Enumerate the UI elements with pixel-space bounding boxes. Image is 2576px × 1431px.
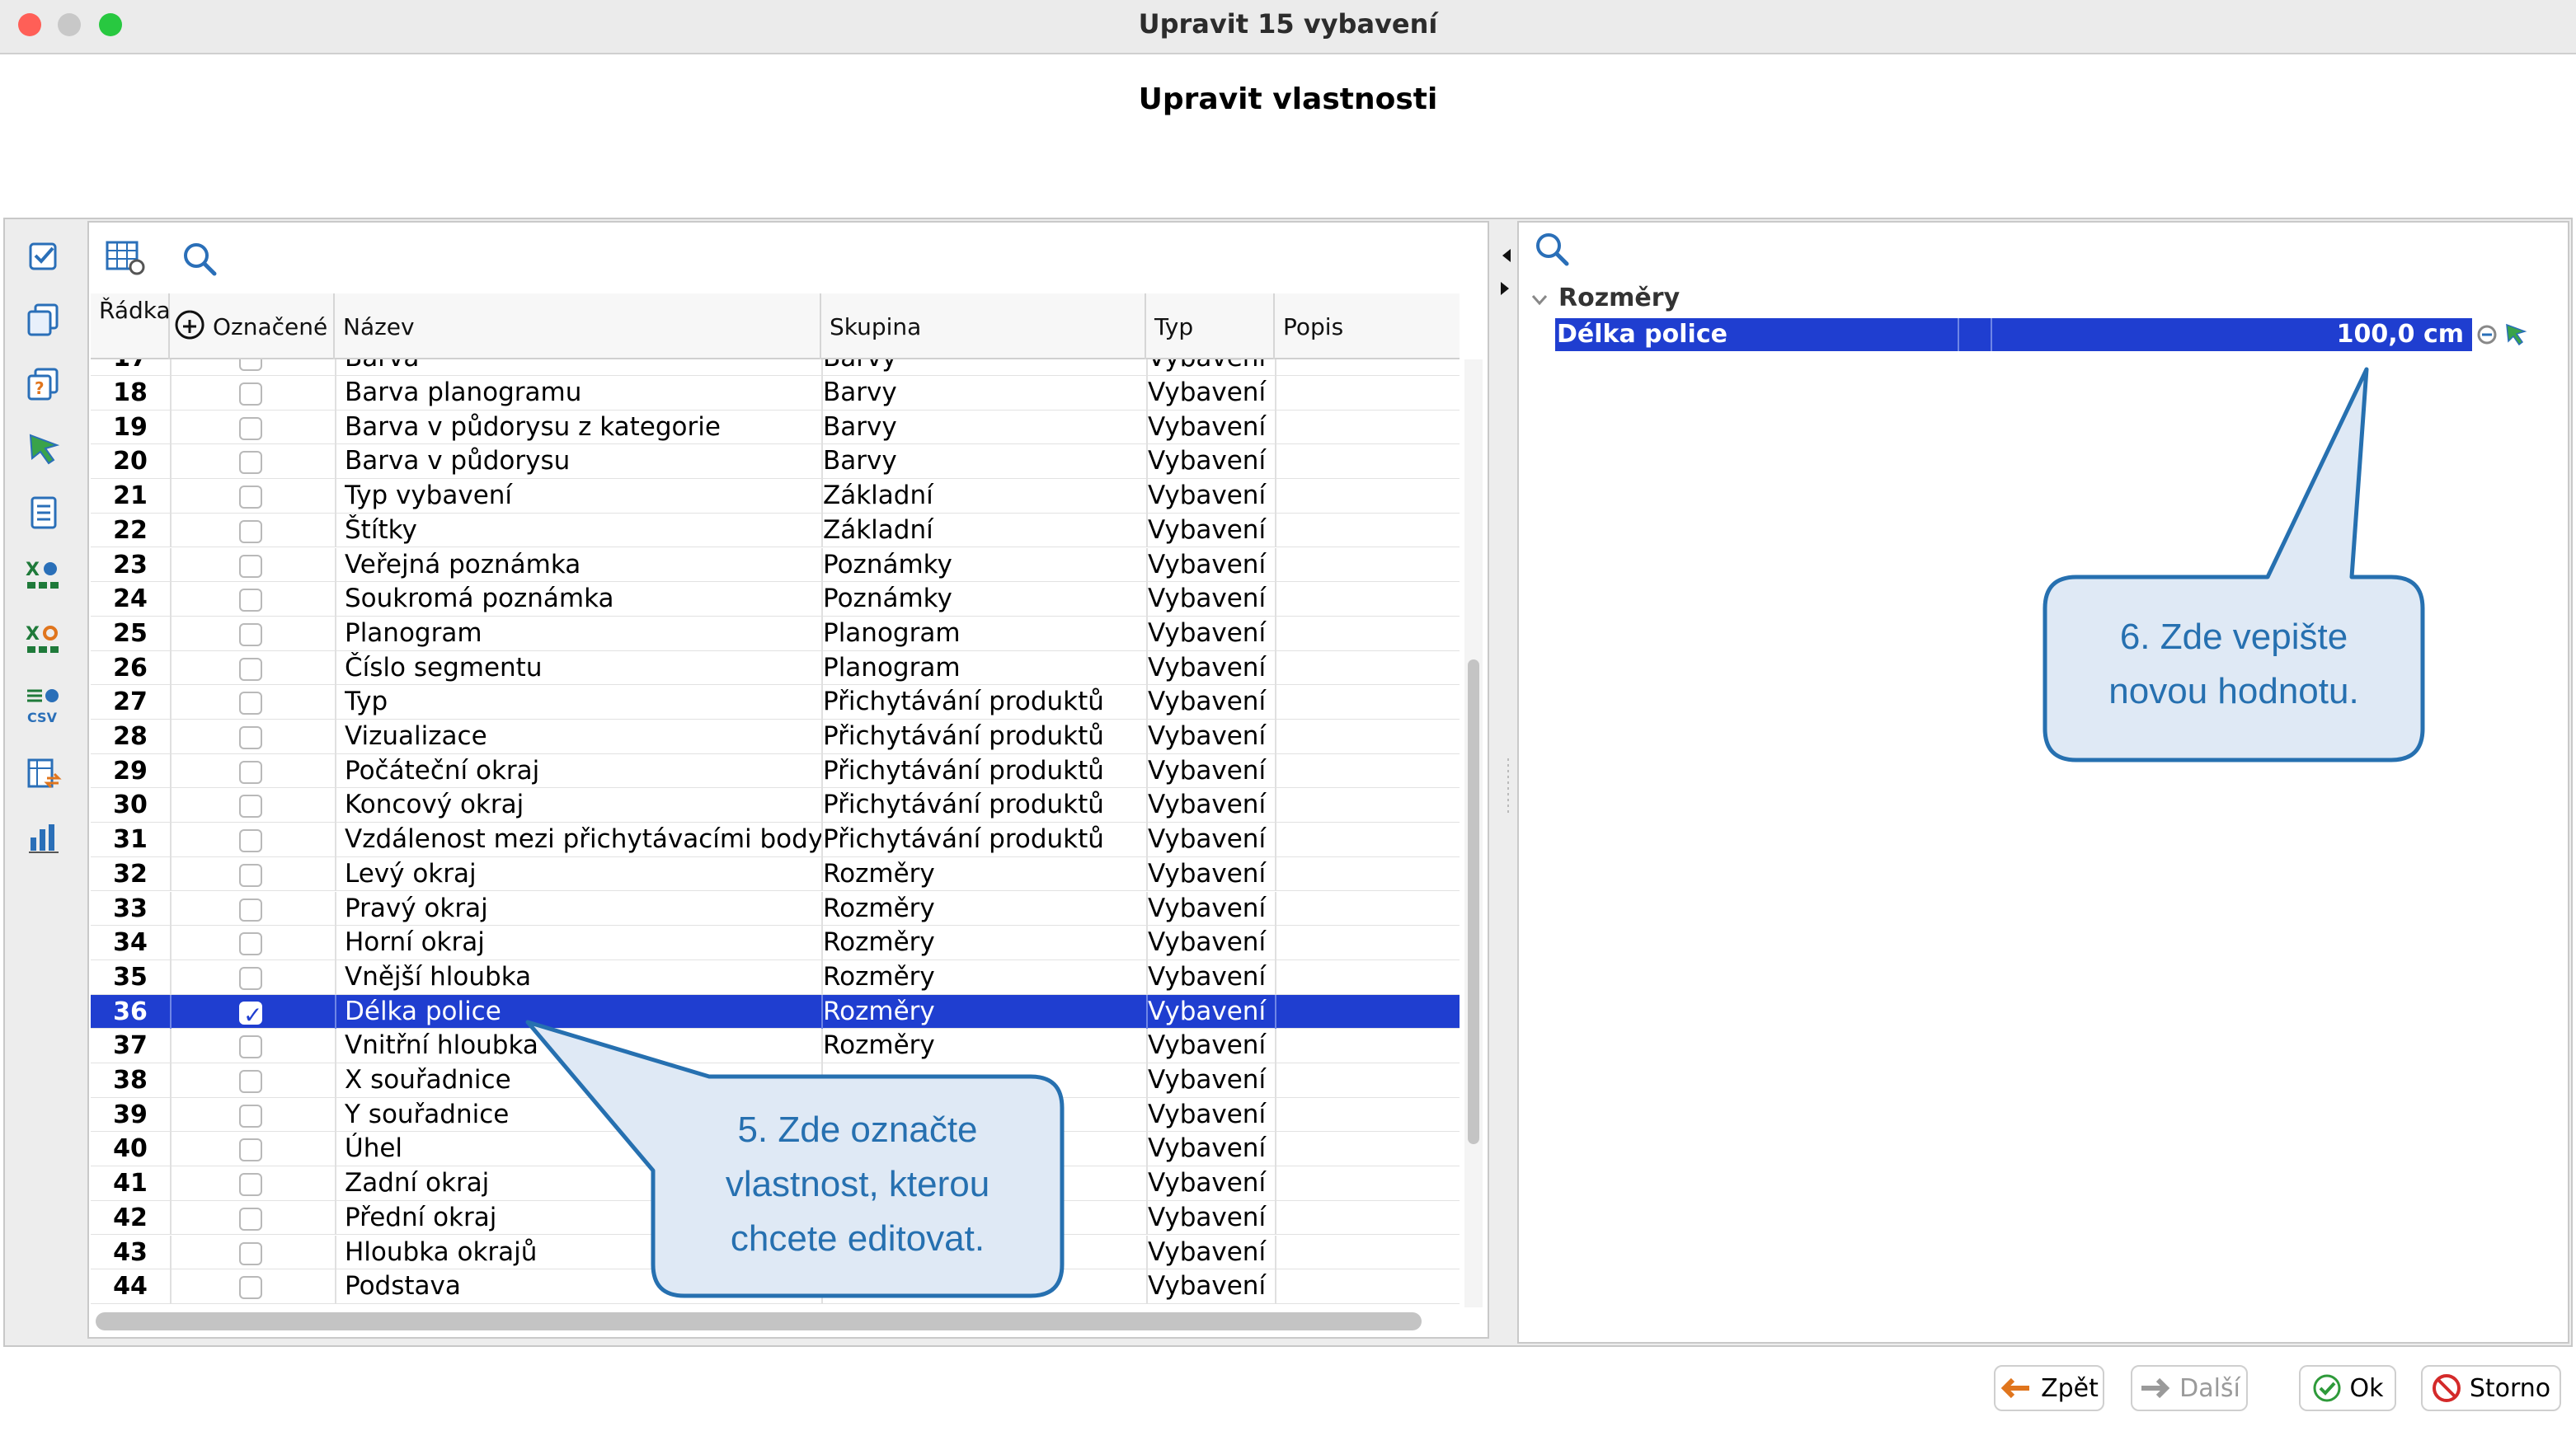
callout-left-line3: chcete editovat.: [730, 1218, 985, 1259]
callout-right: 6. Zde vepište novou hodnotu.: [2050, 610, 2418, 719]
ok-button[interactable]: Ok: [2299, 1365, 2396, 1411]
back-button-label: Zpět: [2041, 1373, 2099, 1403]
back-button[interactable]: Zpět: [1994, 1365, 2104, 1411]
cancel-button[interactable]: Storno: [2421, 1365, 2561, 1411]
next-button[interactable]: Další: [2131, 1365, 2248, 1411]
ok-button-label: Ok: [2349, 1373, 2384, 1403]
callout-left-line2: vlastnost, kterou: [725, 1164, 990, 1204]
callout-right-line1: 6. Zde vepište: [2119, 617, 2348, 657]
cancel-icon: [2432, 1374, 2461, 1402]
arrow-left-icon: [2000, 1377, 2030, 1399]
callout-left: 5. Zde označte vlastnost, kterou chcete …: [660, 1103, 1055, 1266]
cancel-button-label: Storno: [2469, 1373, 2551, 1403]
arrow-right-icon: [2141, 1377, 2170, 1399]
callout-left-line1: 5. Zde označte: [737, 1110, 978, 1150]
callout-right-line2: novou hodnotu.: [2108, 671, 2359, 711]
check-circle-icon: [2313, 1374, 2340, 1402]
next-button-label: Další: [2179, 1373, 2240, 1403]
